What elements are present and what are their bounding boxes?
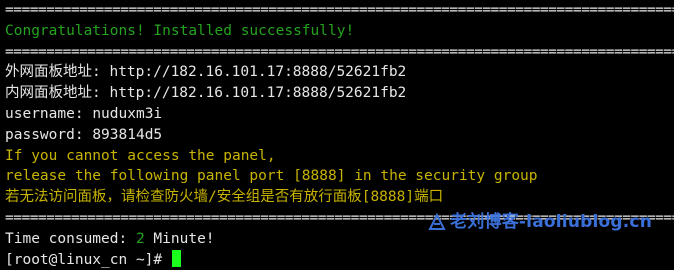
watermark-text: 老刘博客-laoliublog.cn [450, 212, 652, 232]
external-panel-url[interactable]: http://182.16.101.17:8888/52621fb2 [109, 64, 406, 80]
separator-line: ========================================… [5, 43, 674, 60]
terminal-cursor [171, 249, 181, 267]
password-value: 893814d5 [92, 126, 163, 143]
shell-prompt: [root@linux_cn ~]# [5, 251, 171, 268]
password-line: password: 893814d5 [5, 125, 674, 146]
time-suffix: Minute! [144, 230, 215, 247]
username-label: username: [5, 105, 93, 122]
watermark: 老刘博客-laoliublog.cn [428, 212, 652, 233]
warning-line-2: release the following panel port [8888] … [5, 168, 538, 185]
internal-panel-label: 内网面板地址: [5, 85, 110, 102]
warning-line-1: If you cannot access the panel, [5, 147, 276, 164]
success-message: Congratulations! Installed successfully! [5, 22, 355, 39]
time-value: 2 [135, 230, 145, 247]
username-value: nuduxm3i [92, 105, 163, 122]
time-prefix: Time consumed: [5, 230, 136, 247]
internal-panel-url[interactable]: http://182.16.101.17:8888/52621fb2 [109, 85, 406, 101]
username-line: username: nuduxm3i [5, 104, 674, 125]
terminal-window[interactable]: ========================================… [0, 0, 674, 268]
watermark-logo-icon [428, 213, 446, 231]
internal-panel-address: 内网面板地址: http://182.16.101.17:8888/52621f… [5, 83, 674, 104]
separator-line: ========================================… [5, 2, 674, 18]
external-panel-label: 外网面板地址: [5, 64, 110, 81]
warning-line-3: 若无法访问面板，请检查防火墙/安全组是否有放行面板[8888]端口 [5, 189, 444, 206]
shell-prompt-line[interactable]: [root@linux_cn ~]# [5, 249, 674, 270]
external-panel-address: 外网面板地址: http://182.16.101.17:8888/52621f… [5, 62, 674, 83]
password-label: password: [5, 126, 93, 143]
